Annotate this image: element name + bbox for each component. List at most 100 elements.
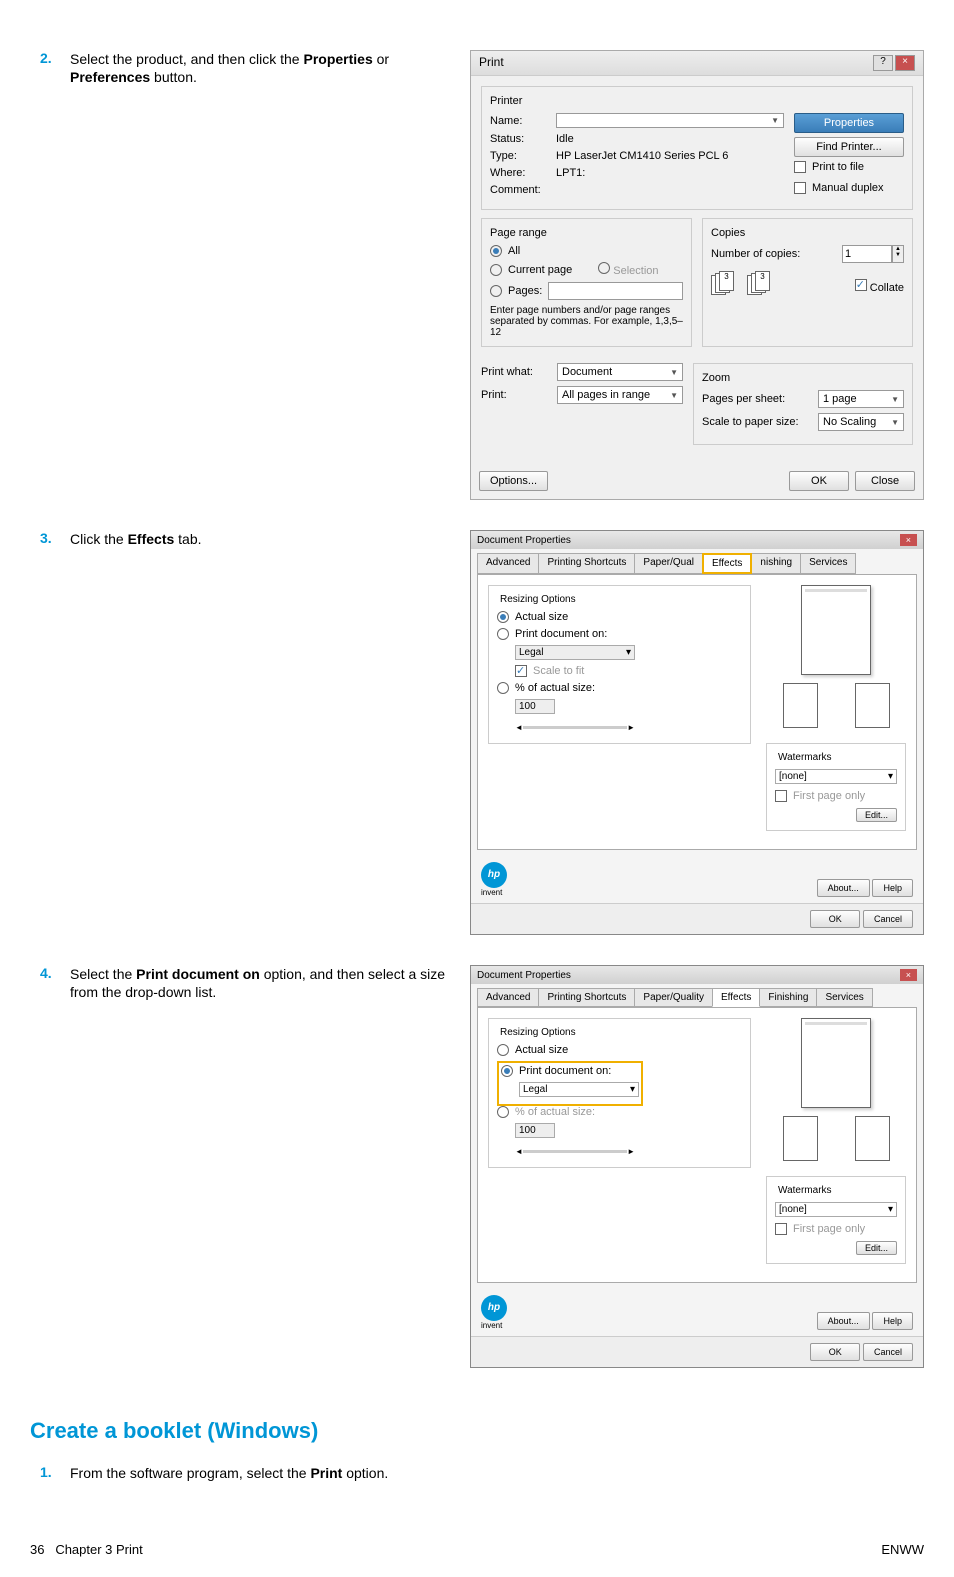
chevron-down-icon: ▼: [670, 391, 678, 400]
document-properties-dialog: Document Properties × Advanced Printing …: [470, 965, 924, 1368]
print-doc-on-radio[interactable]: [501, 1065, 513, 1077]
chevron-down-icon: ▼: [670, 368, 678, 377]
first-page-checkbox: [775, 790, 787, 802]
step-number: 4.: [30, 965, 70, 1368]
dialog-title: Document Properties: [477, 535, 571, 546]
print-label: Print:: [481, 389, 551, 401]
watermark-select[interactable]: [none]▾: [775, 1202, 897, 1217]
tab-paper[interactable]: Paper/Quality: [634, 988, 713, 1007]
preview-icon: [801, 585, 871, 675]
close-button[interactable]: Close: [855, 471, 915, 491]
num-copies-input[interactable]: [842, 245, 892, 263]
spinner-down[interactable]: ▼: [893, 252, 903, 258]
all-radio[interactable]: [490, 245, 502, 257]
find-printer-button[interactable]: Find Printer...: [794, 137, 904, 157]
comment-label: Comment:: [490, 184, 550, 196]
percent-slider: ◄►: [515, 1143, 635, 1159]
tab-finishing[interactable]: nishing: [751, 553, 801, 574]
tab-paper[interactable]: Paper/Qual: [634, 553, 703, 574]
tab-shortcuts[interactable]: Printing Shortcuts: [538, 553, 635, 574]
print-doc-on-radio[interactable]: [497, 628, 509, 640]
close-window-btn[interactable]: ×: [895, 55, 915, 71]
pages-hint: Enter page numbers and/or page ranges se…: [490, 305, 683, 338]
tab-services[interactable]: Services: [816, 988, 872, 1007]
step-number: 3.: [30, 530, 70, 935]
percent-radio: [497, 1106, 509, 1118]
close-icon[interactable]: ×: [900, 969, 917, 981]
scale-to-fit-checkbox: [515, 665, 527, 677]
copies-label: Copies: [711, 227, 904, 239]
actual-size-radio[interactable]: [497, 1044, 509, 1056]
cancel-button[interactable]: Cancel: [863, 1343, 913, 1361]
chevron-down-icon: ▾: [626, 647, 631, 658]
chevron-down-icon: ▼: [891, 418, 899, 427]
hp-logo-icon: hp: [481, 1295, 507, 1321]
printer-section-label: Printer: [490, 95, 904, 107]
print-dialog: Print ? × Printer Name:: [470, 50, 924, 500]
tab-shortcuts[interactable]: Printing Shortcuts: [538, 988, 635, 1007]
about-button[interactable]: About...: [817, 879, 870, 897]
help-button[interactable]: Help: [872, 1312, 913, 1330]
preview-icon: [783, 1116, 818, 1161]
options-button[interactable]: Options...: [479, 471, 548, 491]
status-value: Idle: [556, 133, 574, 145]
print-what-select[interactable]: Document▼: [557, 363, 683, 381]
where-value: LPT1:: [556, 167, 585, 179]
pages-input[interactable]: [548, 282, 683, 300]
preview-icon: [855, 1116, 890, 1161]
close-icon[interactable]: ×: [900, 534, 917, 546]
ok-button[interactable]: OK: [810, 1343, 860, 1361]
watermark-select[interactable]: [none]▾: [775, 769, 897, 784]
about-button[interactable]: About...: [817, 1312, 870, 1330]
name-label: Name:: [490, 115, 550, 127]
tab-effects[interactable]: Effects: [712, 988, 760, 1007]
edit-button[interactable]: Edit...: [856, 808, 897, 822]
hp-logo-icon: hp: [481, 862, 507, 888]
manual-duplex-checkbox[interactable]: [794, 182, 806, 194]
zoom-label: Zoom: [702, 372, 904, 384]
document-properties-dialog: Document Properties × Advanced Printing …: [470, 530, 924, 935]
help-window-btn[interactable]: ?: [873, 55, 893, 71]
pages-per-sheet-select[interactable]: 1 page▼: [818, 390, 904, 408]
type-label: Type:: [490, 150, 550, 162]
step-text: Select the Print document on option, and…: [70, 965, 450, 1368]
chevron-down-icon: ▾: [630, 1084, 635, 1095]
tab-advanced[interactable]: Advanced: [477, 988, 539, 1007]
preview-icon: [783, 683, 818, 728]
step-text: From the software program, select the Pr…: [70, 1464, 450, 1482]
scale-to-paper-select[interactable]: No Scaling▼: [818, 413, 904, 431]
percent-slider: ◄►: [515, 719, 635, 735]
pages-radio[interactable]: [490, 285, 502, 297]
cancel-button[interactable]: Cancel: [863, 910, 913, 928]
print-select[interactable]: All pages in range▼: [557, 386, 683, 404]
footer-right: ENWW: [881, 1542, 924, 1557]
status-label: Status:: [490, 133, 550, 145]
footer-left: 36 Chapter 3 Print: [30, 1542, 143, 1557]
collate-checkbox[interactable]: [855, 279, 867, 291]
help-button[interactable]: Help: [872, 879, 913, 897]
ok-button[interactable]: OK: [789, 471, 849, 491]
chevron-down-icon: ▼: [771, 116, 779, 125]
properties-button[interactable]: Properties: [794, 113, 904, 133]
percent-radio[interactable]: [497, 682, 509, 694]
print-to-file-checkbox[interactable]: [794, 161, 806, 173]
ok-button[interactable]: OK: [810, 910, 860, 928]
actual-size-radio[interactable]: [497, 611, 509, 623]
first-page-checkbox: [775, 1223, 787, 1235]
tab-finishing[interactable]: Finishing: [759, 988, 817, 1007]
paper-size-select[interactable]: Legal▾: [519, 1082, 639, 1097]
edit-button[interactable]: Edit...: [856, 1241, 897, 1255]
paper-size-select: Legal▾: [515, 645, 635, 660]
collate-icon: 1 2 3: [747, 271, 777, 301]
chevron-down-icon: ▼: [891, 395, 899, 404]
tab-advanced[interactable]: Advanced: [477, 553, 539, 574]
printer-name-select[interactable]: ▼: [556, 113, 784, 128]
print-what-label: Print what:: [481, 366, 551, 378]
watermarks-label: Watermarks: [775, 1185, 835, 1196]
percent-input: [515, 1123, 555, 1138]
type-value: HP LaserJet CM1410 Series PCL 6: [556, 150, 728, 162]
tab-effects[interactable]: Effects: [702, 553, 752, 574]
tab-services[interactable]: Services: [800, 553, 856, 574]
current-page-radio[interactable]: [490, 264, 502, 276]
dialog-title: Document Properties: [477, 970, 571, 981]
